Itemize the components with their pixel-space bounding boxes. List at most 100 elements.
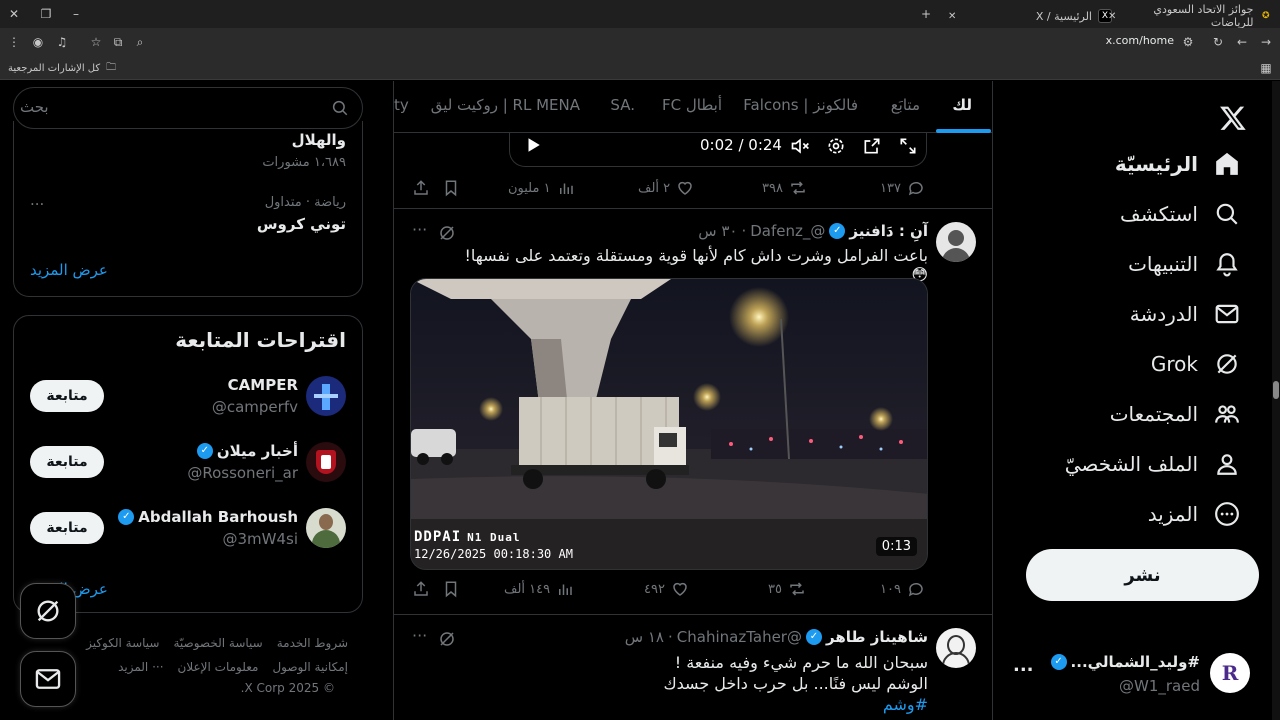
nav-more[interactable]: المزيد [1148,494,1240,534]
tweet-author-avatar[interactable] [936,222,976,262]
address-bar[interactable]: x.com/home [1030,34,1174,50]
settings-icon[interactable] [826,136,846,156]
account-switcher[interactable]: R #وليد_الشمالي... ✓ @W1_raed ... [1013,641,1263,705]
follow-suggestion[interactable]: CAMPER @camperfv متابعة [14,372,362,422]
like-button[interactable]: ٤٩٢ [644,580,689,598]
like-button[interactable]: ٢ ألف [638,179,694,197]
follow-suggestion[interactable]: Abdallah Barhoush ✓ @3mW4si متابعة [14,504,362,554]
reload-icon[interactable]: ↻ [1210,34,1226,50]
bookmark-icon[interactable] [442,580,460,598]
share-icon[interactable] [412,580,430,598]
nav-messages[interactable]: الدردشة [1130,294,1240,334]
tab-close-icon[interactable]: ✕ [948,11,956,22]
install-app-icon[interactable]: ⧉ [110,34,126,50]
media-controls-icon[interactable]: ♫ [54,34,70,50]
fullscreen-icon[interactable] [898,136,918,156]
tab-following[interactable]: متابَع [891,96,920,114]
mute-icon[interactable] [790,136,810,156]
window-minimize-icon[interactable]: – [68,6,84,22]
profile-icon[interactable]: ◉ [30,34,46,50]
tweet-time[interactable]: ١٨ س [625,628,664,646]
nav-home[interactable]: الرئيسيّة [1115,144,1240,184]
tweet-hashtag[interactable]: #وشم [458,694,928,715]
views-count[interactable]: ١٤٩ ألف [504,580,574,598]
share-icon[interactable] [412,179,430,197]
account-more-icon[interactable]: ... [1013,655,1034,676]
nav-communities[interactable]: المجتمعات [1110,394,1240,434]
footer-link[interactable]: إمكانية الوصول [272,660,348,674]
tweet[interactable]: آنِ : دَافنيز ✓ @_Dafenz · ٣٠ س ··· باعت… [394,210,992,615]
play-icon[interactable] [524,136,542,154]
tweet-author-handle[interactable]: @ChahinazTaher [677,628,802,646]
tab-for-you[interactable]: لك [952,96,972,114]
site-settings-icon[interactable]: ⚙ [1180,34,1196,50]
trend-more-icon[interactable]: ... [30,191,44,209]
tweet-video[interactable]: DDPAI N1 Dual 12/26/2025 00:18:30 AM 0:1… [410,278,928,570]
grok-icon[interactable] [438,224,456,242]
nav-explore[interactable]: استكشف [1120,194,1240,234]
tab-saudi-awards[interactable]: ✪ جوائز الاتحاد السعودي للرياضات ✕ [1100,3,1280,29]
grok-icon[interactable] [438,630,456,648]
trend-title[interactable]: والهلال [292,131,346,149]
repost-button[interactable]: ٣٥ [768,580,806,598]
bookmark-icon[interactable] [442,179,460,197]
back-icon[interactable]: ← [1234,34,1250,50]
nav-profile[interactable]: الملف الشخصيّ [1065,444,1240,484]
new-tab-button[interactable]: + [918,6,934,22]
repost-button[interactable]: ٣٩٨ [762,179,807,197]
post-button[interactable]: نشر [1026,549,1259,601]
x-logo-icon[interactable] [1208,93,1258,143]
tweet-time[interactable]: ٣٠ س [698,222,737,240]
page-scrollbar[interactable] [1272,81,1280,720]
footer-link[interactable]: شروط الخدمة [277,636,348,650]
footer-link[interactable]: سياسة الخصوصيّة [173,636,262,650]
tab-fc-heroes[interactable]: أبطال FC [662,96,722,114]
tab-close-icon[interactable]: ✕ [1108,11,1116,22]
bookmark-star-icon[interactable]: ☆ [88,34,104,50]
nav-notifications[interactable]: التنبيهات [1128,244,1240,284]
tweet-author-avatar[interactable] [936,628,976,668]
window-close-icon[interactable]: ✕ [6,6,22,22]
footer-link[interactable]: معلومات الإعلان [178,660,259,674]
pip-icon[interactable] [862,136,882,156]
tweet[interactable]: شاهيناز طاهر ✓ @ChahinazTaher · ١٨ س ···… [394,616,992,720]
follow-button[interactable]: متابعة [30,512,104,544]
tweet-author-name[interactable]: شاهيناز طاهر [826,628,928,646]
tweet-more-icon[interactable]: ··· [412,626,427,645]
nav-grok[interactable]: Grok [1151,344,1240,384]
tweet-author-handle[interactable]: @_Dafenz [750,222,825,240]
user-name[interactable]: أخبار ميلان [217,442,298,460]
tab-sa[interactable]: SA. [610,96,635,114]
user-avatar[interactable] [306,442,346,482]
follow-button[interactable]: متابعة [30,380,104,412]
messages-floating-button[interactable] [20,651,76,707]
trend-title[interactable]: توني كروس [257,215,346,233]
reply-button[interactable]: ١٣٧ [880,179,925,197]
trends-show-more[interactable]: عرض المزيد [30,261,108,279]
views-count[interactable]: ١ مليون [508,179,575,197]
follow-button[interactable]: متابعة [30,446,104,478]
all-bookmarks-button[interactable]: 🗀 كل الإشارات المرجعية [8,60,116,76]
window-maximize-icon[interactable]: ❐ [38,6,54,22]
tweet-more-icon[interactable]: ··· [412,220,427,239]
user-name[interactable]: Abdallah Barhoush [138,508,298,526]
zoom-icon[interactable]: ⌕ [132,34,148,50]
tab-rl-mena[interactable]: RL MENA | روكيت ليق [431,96,580,114]
scrollbar-thumb[interactable] [1273,381,1279,399]
apps-grid-icon[interactable]: ▦ [1258,60,1274,76]
browser-menu-icon[interactable]: ⋮ [6,34,22,50]
user-name[interactable]: CAMPER [228,376,298,394]
reply-button[interactable]: ١٠٩ [880,580,925,598]
tweet-author-name[interactable]: آنِ : دَافنيز [849,222,928,240]
forward-icon[interactable]: → [1258,34,1274,50]
views-label: ١ مليون [508,180,551,196]
footer-link[interactable]: سياسة الكوكيز [86,636,159,650]
user-avatar[interactable] [306,376,346,416]
grok-floating-button[interactable] [20,583,76,639]
tab-overflow[interactable]: ty [394,96,409,114]
tab-falcons[interactable]: فالكونز | Falcons [743,96,858,114]
user-avatar[interactable] [306,508,346,548]
tab-x-home[interactable]: X الرئيسية / X ✕ [940,4,1120,28]
footer-link[interactable]: ··· المزيد [118,660,163,674]
follow-suggestion[interactable]: أخبار ميلان ✓ @Rossoneri_ar متابعة [14,438,362,488]
